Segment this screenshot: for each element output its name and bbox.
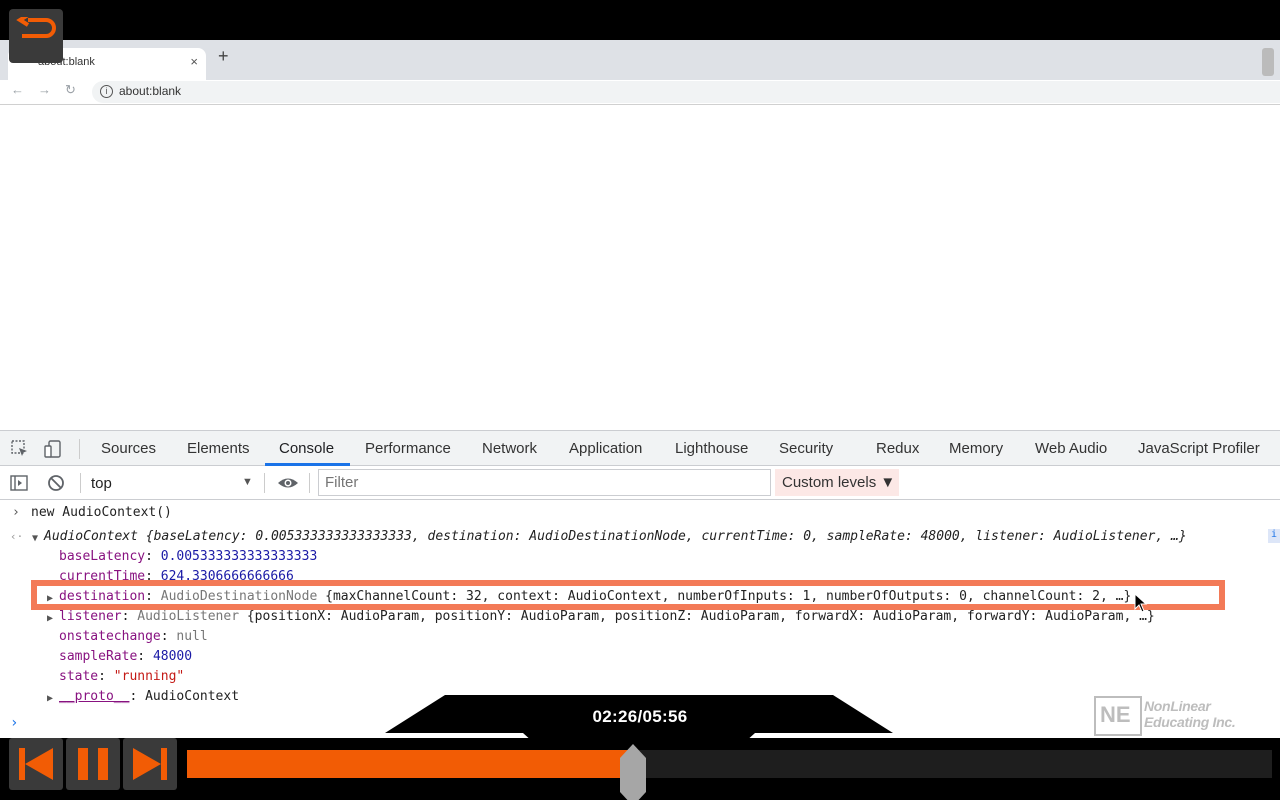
prop-key: __proto__ bbox=[59, 689, 130, 704]
tab-sources[interactable]: Sources bbox=[101, 440, 156, 457]
mouse-cursor-icon bbox=[1134, 593, 1148, 613]
tab-search-button[interactable] bbox=[1262, 48, 1274, 76]
tab-strip: about:blank × + bbox=[0, 40, 1280, 80]
prop-state: state: "running" bbox=[59, 669, 185, 684]
toolbar-divider bbox=[264, 473, 265, 493]
video-player-controls bbox=[0, 738, 1280, 800]
prop-value: 0.005333333333333333 bbox=[160, 549, 318, 564]
tab-elements[interactable]: Elements bbox=[187, 440, 250, 457]
address-bar[interactable]: i about:blank bbox=[92, 81, 1280, 103]
result-arrow-icon: ‹· bbox=[10, 530, 24, 543]
devtools-tabbar: Sources Elements Console Performance Net… bbox=[0, 431, 1280, 466]
live-expression-eye-icon[interactable] bbox=[277, 474, 299, 492]
prop-proto[interactable]: __proto__: AudioContext bbox=[59, 688, 239, 706]
prop-key: sampleRate bbox=[59, 649, 138, 664]
prop-key: onstatechange bbox=[59, 629, 161, 644]
forward-arrow-icon[interactable]: → bbox=[38, 82, 51, 97]
toolbar-divider bbox=[79, 439, 80, 459]
tab-close-icon[interactable]: × bbox=[190, 54, 198, 69]
new-tab-button[interactable]: + bbox=[218, 46, 229, 67]
tab-javascript-profiler[interactable]: JavaScript Profiler bbox=[1138, 440, 1260, 457]
prop-onstatechange: onstatechange: null bbox=[59, 629, 208, 644]
pause-button[interactable] bbox=[66, 738, 120, 790]
device-toolbar-icon[interactable] bbox=[44, 440, 62, 458]
pause-icon bbox=[78, 748, 108, 780]
info-badge-icon[interactable]: i bbox=[1268, 529, 1280, 543]
console-toolbar: top ▼ Custom levels ▼ bbox=[0, 466, 1280, 500]
prop-value: {positionX: AudioParam, positionY: Audio… bbox=[239, 609, 1155, 624]
page-divider bbox=[0, 104, 1280, 105]
toolbar-divider bbox=[309, 473, 310, 493]
context-selector[interactable]: top bbox=[91, 475, 112, 492]
skip-back-button[interactable] bbox=[9, 738, 63, 790]
progress-track[interactable] bbox=[187, 744, 1272, 800]
progress-thumb[interactable] bbox=[618, 744, 648, 800]
prop-value: "running" bbox=[113, 669, 185, 684]
back-button[interactable] bbox=[9, 9, 63, 63]
prop-key: baseLatency bbox=[59, 549, 146, 564]
clear-console-icon[interactable] bbox=[47, 474, 65, 492]
tab-lighthouse[interactable]: Lighthouse bbox=[675, 440, 748, 457]
prop-samplerate: sampleRate: 48000 bbox=[59, 649, 193, 664]
dropdown-arrow-icon[interactable]: ▼ bbox=[242, 476, 253, 488]
filter-field[interactable] bbox=[318, 469, 771, 496]
prop-key: listener bbox=[59, 609, 122, 624]
prop-key: state bbox=[59, 669, 99, 684]
undo-arrow-icon bbox=[16, 17, 56, 38]
prop-type: AudioListener bbox=[137, 609, 240, 624]
highlight-box bbox=[31, 580, 1225, 610]
filter-input[interactable] bbox=[319, 470, 770, 495]
playback-time: 02:26/05:56 bbox=[592, 707, 688, 726]
console-input-line: new AudioContext() bbox=[31, 505, 172, 520]
tab-application[interactable]: Application bbox=[569, 440, 642, 457]
prop-baselatency: baseLatency: 0.005333333333333333 bbox=[59, 549, 318, 564]
result-class-name: AudioContext bbox=[44, 529, 138, 544]
prop-value: AudioContext bbox=[145, 689, 240, 704]
site-info-icon[interactable]: i bbox=[100, 85, 113, 98]
show-sidebar-icon[interactable] bbox=[10, 474, 28, 492]
tab-web-audio[interactable]: Web Audio bbox=[1035, 440, 1107, 457]
input-chevron-icon: › bbox=[12, 505, 20, 520]
tab-network[interactable]: Network bbox=[482, 440, 537, 457]
url-text: about:blank bbox=[119, 84, 182, 98]
collapse-triangle-icon[interactable]: ▼ bbox=[32, 533, 38, 544]
toolbar-divider bbox=[80, 473, 81, 493]
result-summary[interactable]: AudioContext {baseLatency: 0.00533333333… bbox=[44, 528, 1187, 546]
tab-memory[interactable]: Memory bbox=[949, 440, 1003, 457]
reload-icon[interactable]: ↻ bbox=[65, 82, 76, 98]
tab-console[interactable]: Console bbox=[279, 440, 334, 457]
skip-forward-icon bbox=[133, 748, 167, 780]
tab-security[interactable]: Security bbox=[779, 440, 833, 457]
log-levels-dropdown[interactable]: Custom levels ▼ bbox=[775, 469, 899, 496]
back-arrow-icon[interactable]: ← bbox=[11, 82, 24, 97]
tab-performance[interactable]: Performance bbox=[365, 440, 451, 457]
inspect-element-icon[interactable] bbox=[11, 440, 29, 458]
skip-forward-button[interactable] bbox=[123, 738, 177, 790]
video-top-band bbox=[0, 0, 1280, 40]
result-preview: {baseLatency: 0.005333333333333333, dest… bbox=[137, 529, 1187, 544]
prop-value: null bbox=[176, 629, 208, 644]
progress-fill bbox=[187, 750, 633, 778]
screen: { "browser": { "tab_title": "about:blank… bbox=[0, 0, 1280, 800]
console-output: › new AudioContext() ‹· ▼ AudioContext {… bbox=[0, 500, 1280, 720]
expand-triangle-icon[interactable]: ▶ bbox=[47, 693, 53, 704]
skip-back-icon bbox=[19, 748, 53, 780]
expand-triangle-icon[interactable]: ▶ bbox=[47, 613, 53, 624]
prop-value: 48000 bbox=[152, 649, 193, 664]
address-toolbar: ← → ↻ i about:blank bbox=[0, 80, 1280, 104]
tab-redux[interactable]: Redux bbox=[876, 440, 919, 457]
prop-listener[interactable]: listener: AudioListener {positionX: Audi… bbox=[59, 608, 1155, 626]
